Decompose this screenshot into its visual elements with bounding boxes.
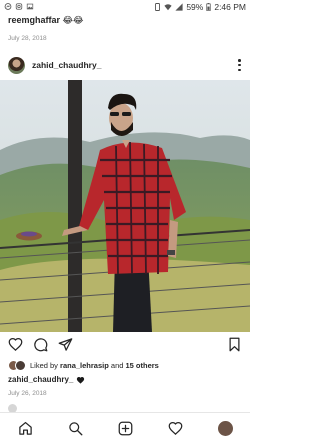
- more-options-icon[interactable]: [238, 59, 242, 71]
- nav-profile[interactable]: [217, 420, 234, 437]
- search-icon: [68, 422, 82, 436]
- comment-icon[interactable]: [33, 337, 48, 352]
- caption-username[interactable]: zahid_chaudhry_: [8, 375, 73, 384]
- post-actions: [0, 337, 250, 353]
- nav-add-post[interactable]: [117, 420, 134, 437]
- bottom-navigation: [0, 412, 250, 444]
- post-header: zahid_chaudhry_: [0, 52, 250, 78]
- likes-user[interactable]: rana_lehrasip: [60, 361, 109, 370]
- likes-others[interactable]: 15 others: [126, 361, 159, 370]
- heart-icon[interactable]: [8, 337, 23, 352]
- post-caption: zahid_chaudhry_: [8, 375, 85, 384]
- messenger-icon: [4, 3, 12, 10]
- home-icon: [18, 421, 32, 435]
- bookmark-icon[interactable]: [227, 337, 242, 352]
- system-status: 59% 2:46 PM: [154, 2, 246, 12]
- add-post-icon: [118, 421, 132, 436]
- notification-icons: [4, 3, 34, 10]
- vibrate-icon: [155, 2, 161, 11]
- instagram-icon: [15, 3, 23, 10]
- nav-activity[interactable]: [167, 420, 184, 437]
- share-icon[interactable]: [58, 337, 73, 352]
- profile-avatar: [217, 421, 233, 436]
- post-author-avatar[interactable]: [8, 56, 25, 74]
- status-bar: 59% 2:46 PM: [0, 0, 250, 13]
- wifi-icon: [164, 3, 172, 10]
- likes-summary[interactable]: Liked by rana_lehrasip and 15 others: [8, 359, 159, 371]
- signal-icon: [175, 2, 183, 11]
- nav-search[interactable]: [67, 420, 84, 437]
- black-heart-icon: [77, 376, 85, 384]
- previous-post-date: July 28, 2018: [8, 35, 47, 42]
- likes-middle: and: [108, 360, 126, 370]
- image-icon: [26, 3, 34, 10]
- previous-post-caption: reemghaffar 😂😂: [8, 15, 84, 25]
- liker-avatar: [15, 359, 26, 371]
- post-date: July 26, 2018: [8, 390, 47, 397]
- post-author-username[interactable]: zahid_chaudhry_: [32, 60, 101, 70]
- activity-heart-icon: [168, 421, 182, 435]
- clock: 2:46 PM: [214, 1, 246, 12]
- post-photo-image: [0, 80, 250, 332]
- nav-home[interactable]: [17, 420, 34, 437]
- post-photo[interactable]: [0, 80, 250, 332]
- likes-prefix: Liked by: [30, 360, 61, 370]
- battery-icon: [206, 2, 211, 11]
- battery-percent: 59%: [186, 1, 204, 12]
